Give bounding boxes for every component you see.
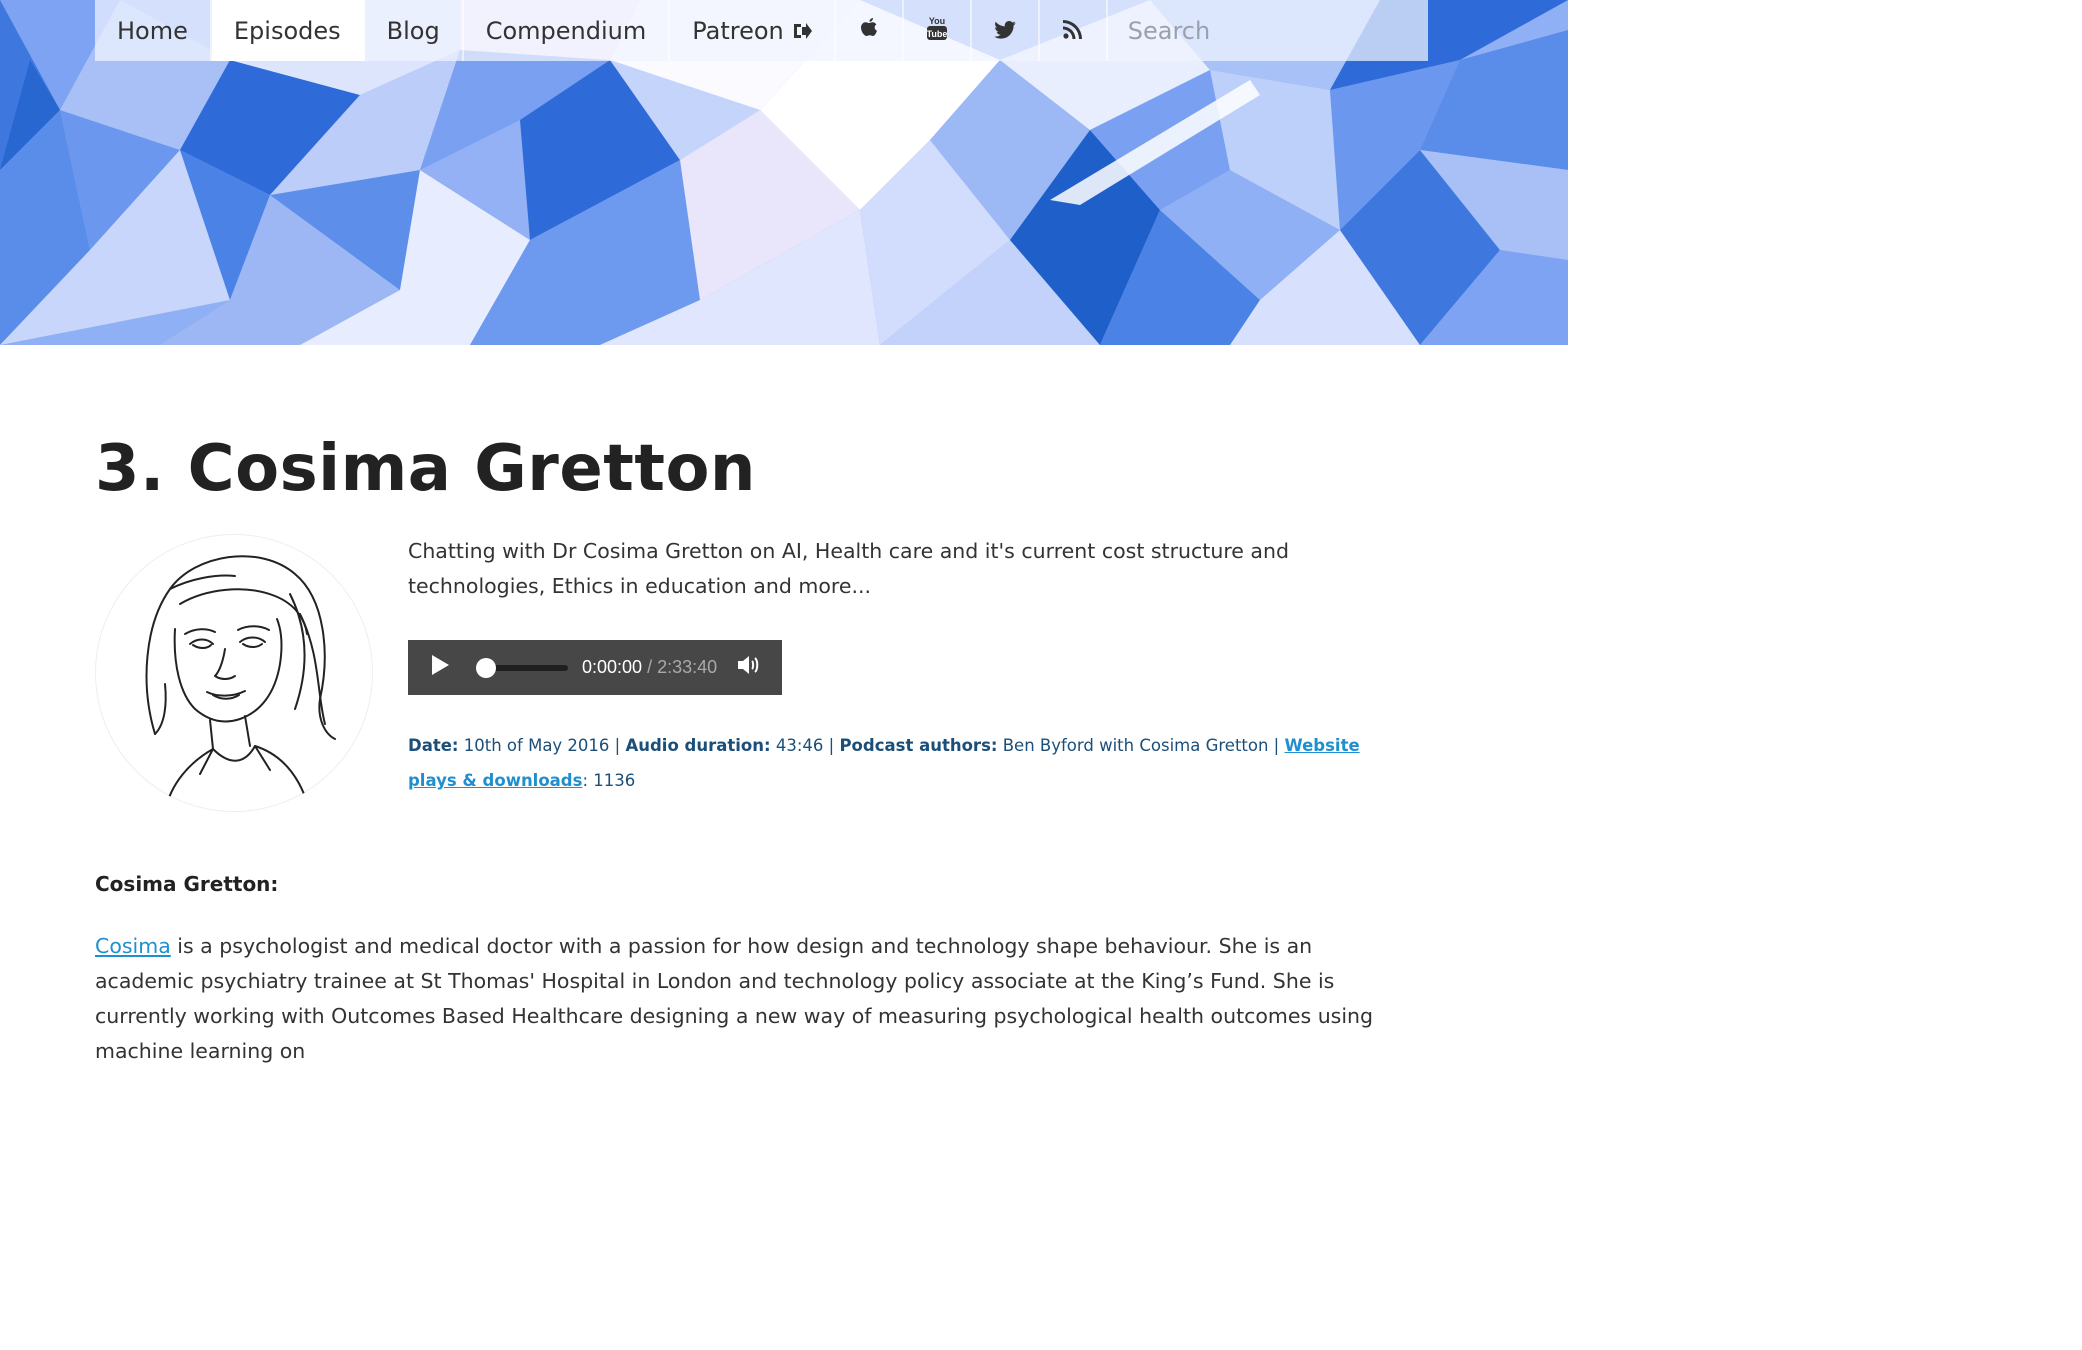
guest-bio: Cosima is a psychologist and medical doc… [95, 929, 1385, 1069]
nav-patreon-label: Patreon [692, 16, 784, 45]
audio-current-time: 0:00:00 [582, 657, 643, 677]
rss-link[interactable] [1039, 0, 1108, 61]
guest-avatar [95, 534, 373, 812]
guest-name-link[interactable]: Cosima [95, 934, 171, 958]
nav-home[interactable]: Home [95, 0, 212, 61]
nav-episodes[interactable]: Episodes [211, 0, 365, 61]
youtube-icon-text-top: You [929, 16, 945, 26]
duration-label: Audio duration: [625, 736, 771, 755]
episode-description: Chatting with Dr Cosima Gretton on AI, H… [408, 539, 1289, 598]
guest-bio-text: is a psychologist and medical doctor wit… [95, 934, 1374, 1063]
page-title: 3. Cosima Gretton [95, 432, 756, 506]
guest-heading: Cosima Gretton: [95, 872, 279, 896]
date-value: 10th of May 2016 | [458, 736, 626, 755]
plays-downloads-count: : 1136 [582, 771, 636, 790]
nav-blog[interactable]: Blog [364, 0, 464, 61]
youtube-icon: You Tube [926, 15, 948, 47]
volume-icon [737, 654, 761, 681]
search-input[interactable] [1107, 0, 1428, 61]
main-nav: Home Episodes Blog Compendium Patreon Yo… [95, 0, 1428, 61]
nav-compendium-label: Compendium [485, 16, 647, 45]
nav-compendium[interactable]: Compendium [463, 0, 671, 61]
nav-patreon[interactable]: Patreon [670, 0, 836, 61]
youtube-icon-text-bottom: Tube [926, 29, 947, 39]
twitter-link[interactable] [971, 0, 1040, 61]
audio-total-time: 2:33:40 [657, 657, 718, 677]
nav-home-label: Home [117, 16, 188, 45]
play-button[interactable] [408, 640, 472, 695]
nav-episodes-label: Episodes [233, 16, 341, 45]
play-icon [430, 654, 450, 681]
episode-meta: Date: 10th of May 2016 | Audio duration:… [408, 728, 1368, 798]
audio-time-display: 0:00:00 / 2:33:40 [582, 657, 717, 678]
volume-button[interactable] [737, 654, 761, 681]
audio-progress-bar[interactable] [476, 657, 568, 678]
apple-podcasts-link[interactable] [835, 0, 904, 61]
rss-icon [1062, 17, 1083, 45]
duration-value: 43:46 | [770, 736, 840, 755]
youtube-link[interactable]: You Tube [903, 0, 972, 61]
guest-portrait-sketch [145, 555, 336, 812]
twitter-icon [993, 17, 1016, 45]
audio-player: 0:00:00 / 2:33:40 [408, 640, 782, 695]
authors-label: Podcast authors: [839, 736, 998, 755]
apple-icon [859, 16, 879, 46]
external-link-icon [792, 22, 812, 40]
authors-value: Ben Byford with Cosima Gretton | [997, 736, 1285, 755]
date-label: Date: [408, 736, 459, 755]
audio-progress-handle[interactable] [476, 657, 496, 678]
audio-time-separator: / [642, 657, 658, 677]
nav-blog-label: Blog [386, 16, 440, 45]
